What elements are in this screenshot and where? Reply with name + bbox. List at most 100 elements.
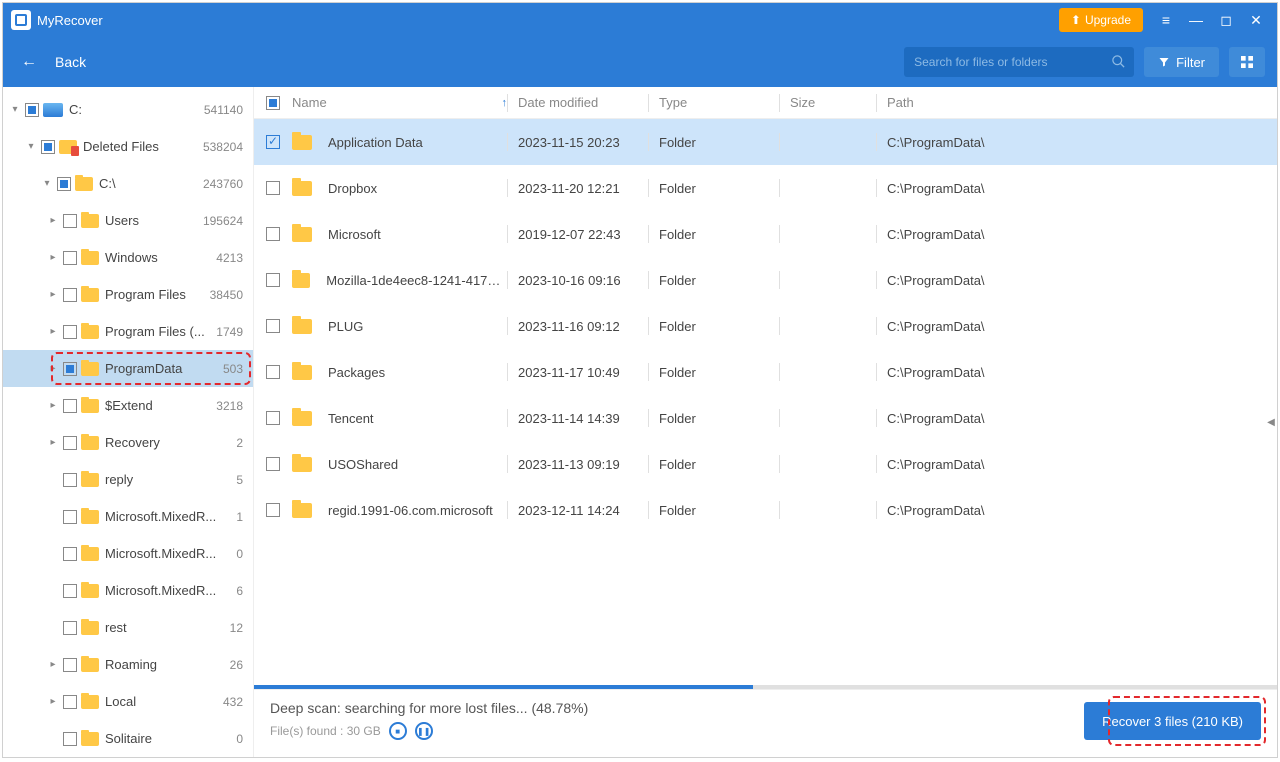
filter-button[interactable]: Filter: [1144, 47, 1219, 77]
file-row[interactable]: Microsoft2019-12-07 22:43FolderC:\Progra…: [254, 211, 1277, 257]
back-button[interactable]: ←: [21, 53, 37, 71]
chevron-right-icon[interactable]: ▸: [47, 363, 59, 374]
cell-date: 2023-10-16 09:16: [518, 273, 648, 288]
tree-item[interactable]: ▸Windows4213: [3, 239, 253, 276]
tree-item[interactable]: rest12: [3, 609, 253, 646]
chevron-right-icon[interactable]: ▸: [47, 437, 59, 448]
row-checkbox[interactable]: [266, 273, 280, 287]
checkbox[interactable]: [63, 288, 77, 302]
checkbox[interactable]: [63, 621, 77, 635]
checkbox[interactable]: [63, 436, 77, 450]
tree-item[interactable]: ▾Deleted Files538204: [3, 128, 253, 165]
row-checkbox[interactable]: [266, 365, 280, 379]
col-name[interactable]: Name↑: [292, 95, 507, 110]
checkbox[interactable]: [63, 547, 77, 561]
upgrade-button[interactable]: ⬆ Upgrade: [1059, 8, 1143, 32]
tree-item[interactable]: ▸Recovery2: [3, 424, 253, 461]
folder-icon: [292, 457, 312, 472]
tree-item[interactable]: ▸$Extend3218: [3, 387, 253, 424]
tree-item[interactable]: Microsoft.MixedR...1: [3, 498, 253, 535]
deleted-icon: [59, 140, 77, 154]
tree-item[interactable]: ▸Local432: [3, 683, 253, 720]
folder-icon: [81, 621, 99, 635]
tree-item[interactable]: ▾C:541140: [3, 91, 253, 128]
maximize-button[interactable]: ◻: [1211, 5, 1241, 35]
file-row[interactable]: Packages2023-11-17 10:49FolderC:\Program…: [254, 349, 1277, 395]
tree-item[interactable]: ▸Users195624: [3, 202, 253, 239]
col-type[interactable]: Type: [659, 95, 779, 110]
chevron-right-icon[interactable]: ▸: [47, 289, 59, 300]
row-checkbox[interactable]: [266, 503, 280, 517]
checkbox[interactable]: [63, 584, 77, 598]
menu-button[interactable]: ≡: [1151, 5, 1181, 35]
row-checkbox[interactable]: [266, 181, 280, 195]
checkbox[interactable]: [63, 214, 77, 228]
file-row[interactable]: regid.1991-06.com.microsoft2023-12-11 14…: [254, 487, 1277, 533]
chevron-down-icon[interactable]: ▾: [41, 178, 53, 189]
tree-item[interactable]: ▸Roaming26: [3, 646, 253, 683]
checkbox[interactable]: [63, 399, 77, 413]
tree-item[interactable]: ▸ProgramData503: [3, 350, 253, 387]
search-input[interactable]: [904, 47, 1134, 77]
checkbox[interactable]: [57, 177, 71, 191]
pause-button[interactable]: ❚❚: [415, 722, 433, 740]
chevron-down-icon[interactable]: ▾: [9, 104, 21, 115]
chevron-right-icon[interactable]: ▸: [47, 326, 59, 337]
tree-item[interactable]: Solitaire0: [3, 720, 253, 757]
checkbox[interactable]: [63, 362, 77, 376]
collapse-handle[interactable]: ◀: [1265, 402, 1277, 442]
chevron-right-icon[interactable]: ▸: [47, 696, 59, 707]
checkbox[interactable]: [41, 140, 55, 154]
file-row[interactable]: Dropbox2023-11-20 12:21FolderC:\ProgramD…: [254, 165, 1277, 211]
chevron-left-icon: ◀: [1267, 417, 1275, 428]
row-checkbox[interactable]: [266, 319, 280, 333]
folder-tree[interactable]: ▾C:541140▾Deleted Files538204▾C:\243760 ▸…: [3, 87, 253, 757]
tree-item[interactable]: Microsoft.MixedR...6: [3, 572, 253, 609]
arrow-left-icon: ←: [21, 53, 37, 71]
checkbox[interactable]: [63, 325, 77, 339]
row-checkbox[interactable]: [266, 457, 280, 471]
column-headers: Name↑ Date modified Type Size Path: [254, 87, 1277, 119]
tree-label: Users: [105, 213, 197, 228]
stop-button[interactable]: ■: [389, 722, 407, 740]
item-count: 6: [236, 584, 243, 598]
item-count: 12: [230, 621, 243, 635]
close-button[interactable]: ✕: [1241, 5, 1271, 35]
checkbox[interactable]: [63, 695, 77, 709]
chevron-right-icon[interactable]: ▸: [47, 400, 59, 411]
col-date[interactable]: Date modified: [518, 95, 648, 110]
checkbox[interactable]: [63, 251, 77, 265]
chevron-down-icon[interactable]: ▾: [25, 141, 37, 152]
col-size[interactable]: Size: [790, 95, 876, 110]
row-checkbox[interactable]: [266, 227, 280, 241]
checkbox[interactable]: [63, 473, 77, 487]
chevron-right-icon[interactable]: ▸: [47, 659, 59, 670]
recover-button[interactable]: Recover 3 files (210 KB): [1084, 702, 1261, 740]
folder-icon: [81, 251, 99, 265]
tree-item[interactable]: ▾C:\243760: [3, 165, 253, 202]
row-checkbox[interactable]: [266, 135, 280, 149]
tree-item[interactable]: reply5: [3, 461, 253, 498]
minimize-button[interactable]: —: [1181, 5, 1211, 35]
grid-view-button[interactable]: [1229, 47, 1265, 77]
chevron-right-icon[interactable]: ▸: [47, 252, 59, 263]
checkbox[interactable]: [63, 658, 77, 672]
tree-item[interactable]: Microsoft.MixedR...0: [3, 535, 253, 572]
checkbox[interactable]: [25, 103, 39, 117]
file-row[interactable]: Application Data2023-11-15 20:23FolderC:…: [254, 119, 1277, 165]
row-checkbox[interactable]: [266, 411, 280, 425]
chevron-right-icon[interactable]: ▸: [47, 215, 59, 226]
file-row[interactable]: USOShared2023-11-13 09:19FolderC:\Progra…: [254, 441, 1277, 487]
item-count: 432: [223, 695, 243, 709]
header-checkbox[interactable]: [254, 96, 292, 110]
file-row[interactable]: Tencent2023-11-14 14:39FolderC:\ProgramD…: [254, 395, 1277, 441]
checkbox[interactable]: [63, 510, 77, 524]
col-path[interactable]: Path: [887, 95, 1277, 110]
tree-item[interactable]: ▸Program Files38450: [3, 276, 253, 313]
tree-item[interactable]: ▸Program Files (...1749: [3, 313, 253, 350]
file-row[interactable]: PLUG2023-11-16 09:12FolderC:\ProgramData…: [254, 303, 1277, 349]
folder-icon: [75, 177, 93, 191]
tree-label: Roaming: [105, 657, 224, 672]
file-row[interactable]: Mozilla-1de4eec8-1241-4177-a8...2023-10-…: [254, 257, 1277, 303]
checkbox[interactable]: [63, 732, 77, 746]
